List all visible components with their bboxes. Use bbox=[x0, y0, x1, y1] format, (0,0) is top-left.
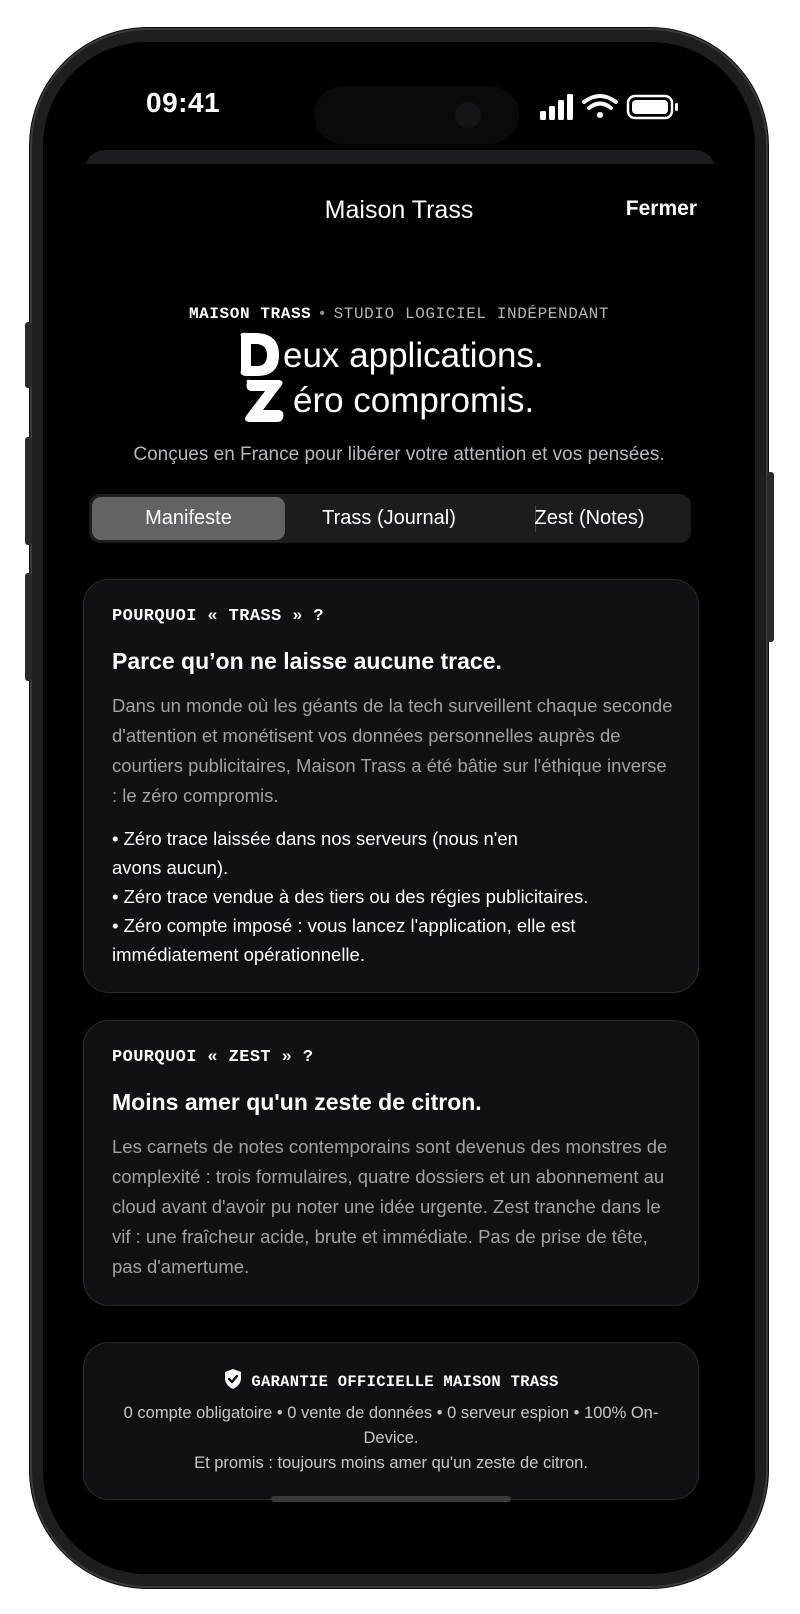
bullet-item: • Zéro compte imposé : vous lancez l'app… bbox=[112, 915, 576, 965]
shield-check-icon bbox=[225, 1369, 242, 1389]
card-zest: POURQUOI « ZEST » ? Moins amer qu'un zes… bbox=[83, 1020, 699, 1306]
card-trass-body: Dans un monde où les géants de la tech s… bbox=[112, 695, 673, 806]
hero-line-2: éro compromis. bbox=[293, 381, 535, 420]
bullet-item: • Zéro trace vendue à des tiers ou des r… bbox=[112, 886, 589, 907]
volume-down-button bbox=[25, 573, 32, 681]
brand-eyebrow: MAISON TRASS • STUDIO LOGICIEL INDÉPENDANT bbox=[43, 305, 755, 323]
card-zest-body: Les carnets de notes contemporains sont … bbox=[112, 1136, 668, 1277]
card-trass: POURQUOI « TRASS » ? Parce qu’on ne lais… bbox=[83, 579, 699, 993]
guarantee-line-2: Et promis : toujours moins amer qu'un ze… bbox=[194, 1454, 588, 1472]
cellular-signal-icon bbox=[540, 94, 573, 120]
tab-manifeste[interactable]: Manifeste bbox=[92, 497, 285, 540]
hero-heading: eux applications. éro compromis. bbox=[235, 328, 635, 428]
tab-zest-notes[interactable]: Zest (Notes) bbox=[491, 497, 688, 540]
card-trass-title: Parce qu’on ne laisse aucune trace. bbox=[112, 648, 502, 674]
guarantee-line-1: 0 compte obligatoire • 0 vente de donnée… bbox=[123, 1404, 659, 1447]
tagline: Conçues en France pour libérer votre att… bbox=[133, 444, 665, 465]
brand-subtitle: STUDIO LOGICIEL INDÉPENDANT bbox=[333, 305, 610, 323]
close-button[interactable]: Fermer bbox=[626, 197, 697, 221]
card-zest-eyebrow: POURQUOI « ZEST » ? bbox=[112, 1048, 314, 1067]
card-trass-eyebrow: POURQUOI « TRASS » ? bbox=[112, 607, 325, 626]
power-button bbox=[767, 472, 774, 642]
bullet-item: • Zéro trace laissée dans nos serveurs (… bbox=[112, 828, 518, 878]
screen: 09:41 Maison Trass Fermer MAISON TRASS • S… bbox=[43, 42, 755, 1574]
front-camera bbox=[455, 102, 481, 128]
guarantee-title: GARANTIE OFFICIELLE MAISON TRASS bbox=[251, 1373, 559, 1391]
segmented-control: Manifeste Trass (Journal) Zest (Notes) bbox=[89, 494, 691, 543]
wifi-icon bbox=[582, 94, 618, 118]
dynamic-island bbox=[314, 86, 519, 144]
card-zest-title: Moins amer qu'un zeste de citron. bbox=[112, 1089, 482, 1115]
battery-icon bbox=[626, 94, 678, 120]
eyebrow-separator: • bbox=[317, 305, 328, 323]
status-icons bbox=[540, 94, 678, 120]
action-button bbox=[25, 322, 32, 388]
home-indicator[interactable] bbox=[271, 1496, 511, 1502]
guarantee-title-row: GARANTIE OFFICIELLE MAISON TRASS bbox=[84, 1368, 698, 1391]
brand-name: MAISON TRASS bbox=[188, 305, 312, 323]
status-time: 09:41 bbox=[146, 87, 221, 118]
guarantee-body: 0 compte obligatoire • 0 vente de donnée… bbox=[114, 1401, 668, 1476]
hero-line-1: eux applications. bbox=[283, 336, 544, 375]
tab-trass-journal[interactable]: Trass (Journal) bbox=[289, 497, 489, 540]
volume-up-button bbox=[25, 437, 32, 545]
guarantee-card: GARANTIE OFFICIELLE MAISON TRASS 0 compt… bbox=[83, 1342, 699, 1500]
card-trass-bullets: • Zéro trace laissée dans nos serveurs (… bbox=[112, 824, 674, 969]
